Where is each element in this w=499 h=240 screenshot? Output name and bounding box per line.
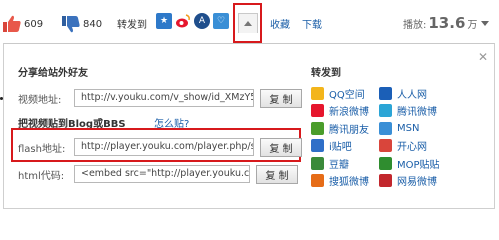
up-count: 609: [24, 18, 44, 30]
share-site-label: 开心网: [397, 142, 427, 154]
download-link[interactable]: 下载: [302, 16, 322, 31]
play-count-value: 13.6: [428, 14, 466, 32]
flash-url-field[interactable]: http://player.youku.com/player.php/si: [74, 138, 254, 156]
share-panel-toggle-highlight: [233, 3, 262, 43]
share-panel-toggle-button[interactable]: [238, 13, 258, 33]
copy-flash-url-button[interactable]: 复 制: [260, 137, 302, 157]
play-count: 播放: 13.6 万: [403, 14, 490, 32]
flash-url-row: flash地址: http://player.youku.com/player.…: [18, 137, 302, 157]
star-icon[interactable]: ★: [156, 13, 172, 29]
share-site-item[interactable]: i贴吧: [311, 139, 379, 154]
video-url-row: 视频地址: http://v.youku.com/v_show/id_XMzY5…: [18, 88, 302, 108]
share-site-label: MSN: [397, 122, 420, 134]
triangle-up-icon: [244, 21, 252, 26]
tieba-icon: [311, 139, 324, 153]
favorite-link[interactable]: 收藏: [270, 16, 290, 31]
thumbs-up-button[interactable]: 609: [2, 14, 43, 34]
share-site-label: 新浪微博: [329, 107, 369, 119]
share-to-label: 转发到: [117, 20, 147, 31]
share-site-item[interactable]: 开心网: [379, 139, 447, 154]
thumbs-down-icon: [62, 16, 80, 33]
star-icon: [311, 86, 324, 100]
share-site-label: 豆瓣: [329, 159, 349, 171]
share-to-friends-title: 分享给站外好友: [18, 68, 88, 79]
share-site-label: 腾讯微博: [397, 107, 437, 119]
html-code-row: html代码: <embed src="http://player.youku.…: [18, 164, 298, 184]
sohu-icon: [311, 174, 324, 188]
renren-icon: [379, 86, 392, 100]
caret-down-icon[interactable]: [481, 20, 490, 26]
share-site-label: 网易微博: [397, 177, 437, 189]
share-site-item[interactable]: QQ空间: [311, 86, 379, 101]
share-site-label: 搜狐微博: [329, 177, 369, 189]
down-count: 840: [83, 18, 103, 30]
mop-icon: [379, 156, 392, 170]
share-panel: ✕ 分享给站外好友 转发到 视频地址: http://v.youku.com/v…: [3, 43, 495, 209]
copy-video-url-button[interactable]: 复 制: [260, 88, 302, 108]
share-site-item[interactable]: 网易微博: [379, 174, 447, 189]
copy-html-code-button[interactable]: 复 制: [256, 164, 298, 184]
share-site-label: i贴吧: [329, 142, 352, 154]
kaixin-icon: [379, 139, 392, 153]
forward-sites-grid: QQ空间 人人网新浪微博 腾讯微博腾讯朋友 MSN i贴吧 开心网豆瓣 MOP贴贴搜狐微博 网…: [311, 86, 447, 188]
share-site-label: QQ空间: [329, 89, 365, 101]
share-site-item[interactable]: 腾讯朋友: [311, 121, 379, 136]
play-count-unit: 万: [467, 20, 478, 31]
douban-icon: [311, 156, 324, 170]
video-toolbar: 609 840 转发到 ★ A ♡ 收藏 下载 播放: 13.6 万: [0, 0, 499, 43]
share-site-item[interactable]: MSN: [379, 121, 447, 136]
video-url-label: 视频地址:: [18, 94, 62, 106]
close-icon[interactable]: ✕: [478, 50, 488, 64]
tencent-weibo-icon: [379, 104, 392, 118]
share-site-item[interactable]: 搜狐微博: [311, 174, 379, 189]
weibo-icon[interactable]: [175, 13, 191, 29]
share-site-item[interactable]: 人人网: [379, 86, 447, 101]
pengyou-icon: [311, 121, 324, 135]
share-site-label: 腾讯朋友: [329, 124, 369, 136]
thumbs-up-icon: [3, 15, 21, 32]
share-site-item[interactable]: MOP贴贴: [379, 156, 447, 171]
html-code-label: html代码:: [18, 170, 65, 182]
qq-icon[interactable]: ♡: [213, 13, 229, 29]
renren-icon[interactable]: A: [194, 13, 210, 29]
share-icon-row: ★ A ♡: [156, 13, 229, 29]
thumbs-down-button[interactable]: 840: [61, 14, 102, 34]
share-site-item[interactable]: 腾讯微博: [379, 104, 447, 119]
weibo-icon: [311, 104, 324, 118]
msn-icon: [379, 121, 392, 135]
play-count-label: 播放:: [403, 20, 427, 31]
share-site-label: 人人网: [397, 89, 427, 101]
netease-icon: [379, 174, 392, 188]
share-site-item[interactable]: 新浪微博: [311, 104, 379, 119]
forward-to-title: 转发到: [311, 68, 341, 79]
video-url-field[interactable]: http://v.youku.com/v_show/id_XMzY5f: [74, 89, 254, 107]
html-code-field[interactable]: <embed src="http://player.youku.com: [74, 165, 250, 183]
flash-url-label: flash地址:: [18, 143, 66, 155]
share-site-label: MOP贴贴: [397, 159, 440, 171]
share-site-item[interactable]: 豆瓣: [311, 156, 379, 171]
